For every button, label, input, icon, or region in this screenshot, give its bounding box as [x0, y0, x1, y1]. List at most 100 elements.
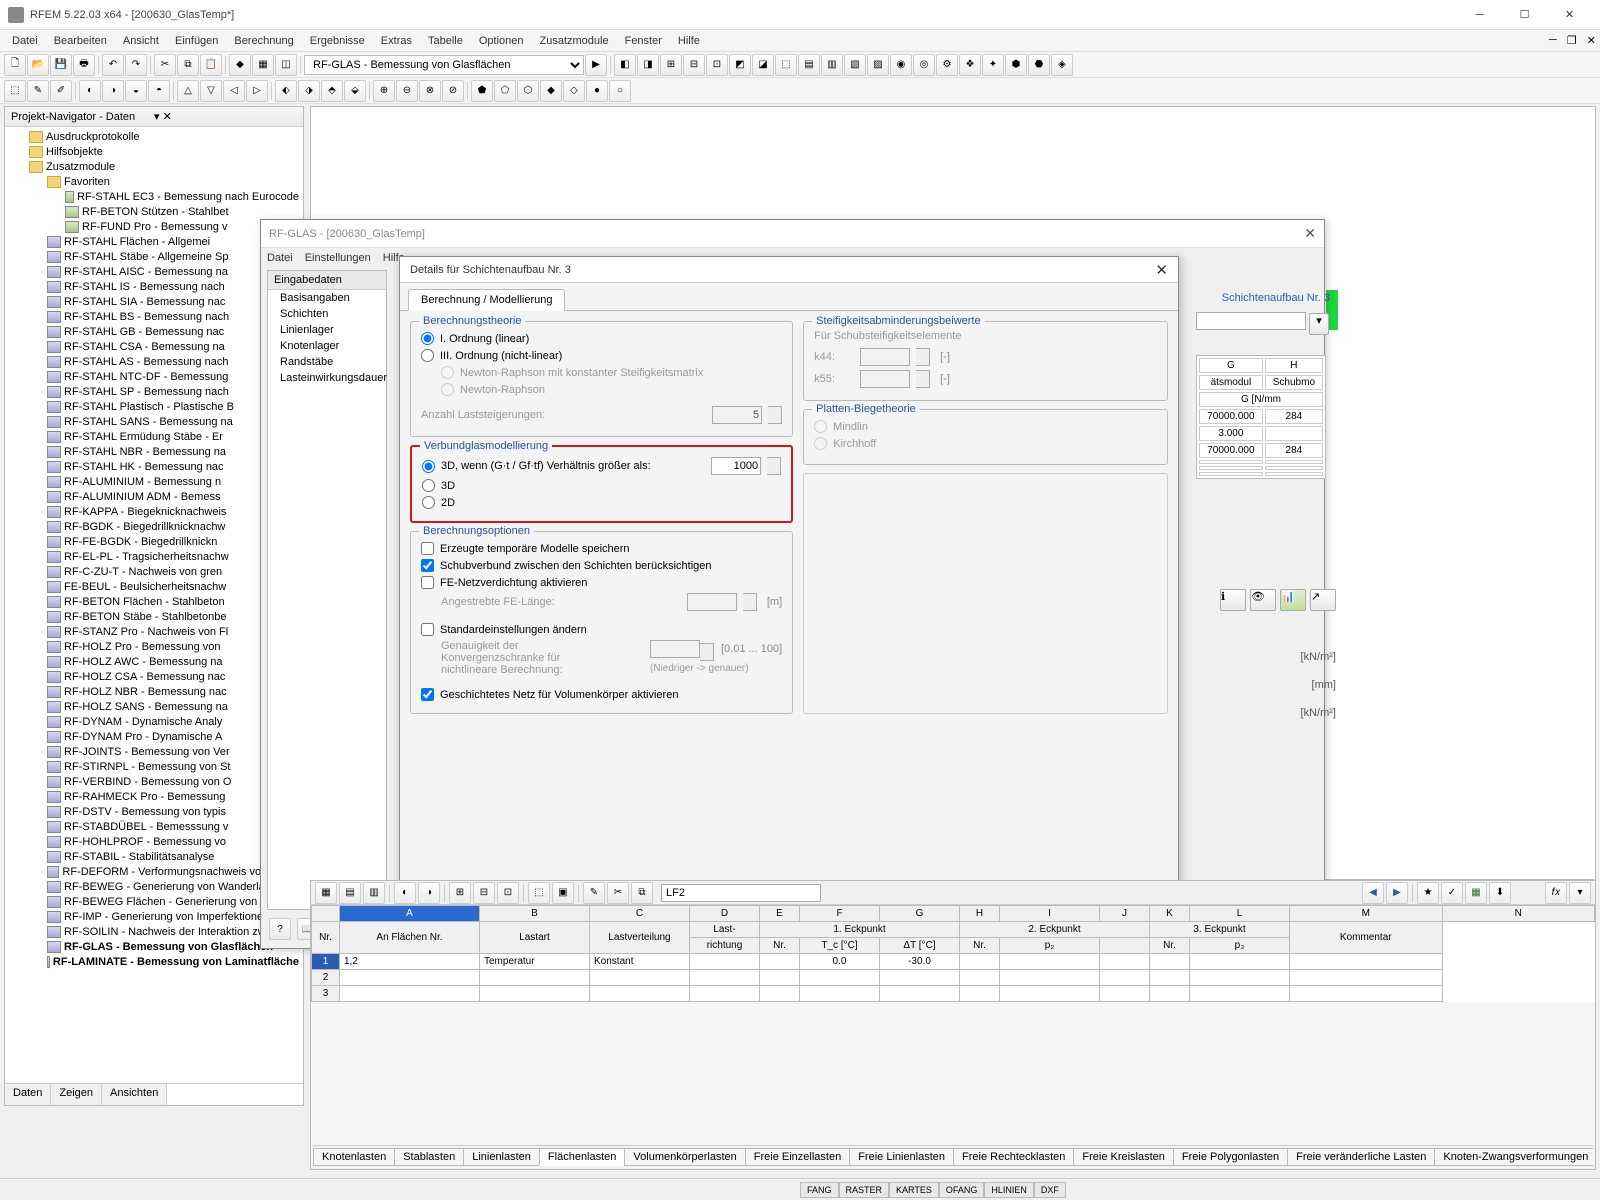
- menu-hilfe[interactable]: Hilfe: [670, 33, 708, 49]
- rs-btn-1[interactable]: ℹ: [1220, 589, 1246, 611]
- tb-x8[interactable]: ⬚: [775, 54, 797, 76]
- tree-item[interactable]: RF-HOHLPROF - Bemessung vo: [7, 834, 301, 849]
- tree-item[interactable]: RF-FUND Pro - Bemessung v: [7, 219, 301, 234]
- tree-item[interactable]: RF-DSTV - Bemessung von typis: [7, 804, 301, 819]
- rs-btn-4[interactable]: ↗: [1310, 589, 1336, 611]
- ba-tab[interactable]: Stablasten: [394, 1148, 464, 1166]
- close-button[interactable]: ✕: [1547, 1, 1592, 29]
- search-input[interactable]: [1196, 312, 1306, 330]
- tree-item[interactable]: Ausdruckprotokolle: [7, 129, 301, 144]
- tree-item[interactable]: RF-SOILIN - Nachweis der Interaktion zwi…: [7, 924, 301, 939]
- sb-hlinien[interactable]: HLINIEN: [984, 1182, 1034, 1198]
- tb2-o[interactable]: ⬙: [344, 80, 366, 102]
- tree-item[interactable]: RF-STAHL Plastisch - Plastische B: [7, 399, 301, 414]
- tree-item[interactable]: Favoriten: [7, 174, 301, 189]
- tree-item[interactable]: Zusatzmodule: [7, 159, 301, 174]
- tree-item[interactable]: RF-STAHL CSA - Bemessung na: [7, 339, 301, 354]
- tb2-q[interactable]: ⊖: [396, 80, 418, 102]
- tree-item[interactable]: RF-JOINTS - Bemessung von Ver: [7, 744, 301, 759]
- tb2-r[interactable]: ⊗: [419, 80, 441, 102]
- tab-berechnung[interactable]: Berechnung / Modellierung: [408, 289, 565, 311]
- tree-item[interactable]: RF-BEWEG - Generierung von Wanderlasten: [7, 879, 301, 894]
- tree-item[interactable]: RF-BETON Stäbe - Stahlbetonbe: [7, 609, 301, 624]
- tb2-u[interactable]: ⬠: [494, 80, 516, 102]
- tree-item[interactable]: RF-HOLZ AWC - Bemessung na: [7, 654, 301, 669]
- rfglas-menu-datei[interactable]: Datei: [267, 252, 293, 264]
- doc-restore-icon[interactable]: ❐: [1567, 34, 1577, 47]
- menu-optionen[interactable]: Optionen: [471, 33, 532, 49]
- tree-item[interactable]: RF-VERBIND - Bemessung von O: [7, 774, 301, 789]
- tb-x11[interactable]: ▧: [844, 54, 866, 76]
- ba-tab[interactable]: Freie Linienlasten: [849, 1148, 954, 1166]
- tb-run[interactable]: ▶: [585, 54, 607, 76]
- check-standard[interactable]: [421, 623, 434, 636]
- tb-x1[interactable]: ◧: [614, 54, 636, 76]
- ba-tab[interactable]: Freie Rechtecklasten: [953, 1148, 1074, 1166]
- ba-e[interactable]: ◑: [418, 882, 440, 904]
- ba-l[interactable]: ✂: [607, 882, 629, 904]
- tree-item[interactable]: RF-STAHL SP - Bemessung nach: [7, 384, 301, 399]
- nav-tab-ansichten[interactable]: Ansichten: [102, 1084, 167, 1105]
- ba-c[interactable]: ▥: [363, 882, 385, 904]
- tb-x2[interactable]: ◨: [637, 54, 659, 76]
- tree-item[interactable]: RF-STAHL Ermüdung Stäbe - Er: [7, 429, 301, 444]
- tree-item[interactable]: RF-DYNAM - Dynamische Analy: [7, 714, 301, 729]
- tb-x4[interactable]: ⊟: [683, 54, 705, 76]
- menu-ansicht[interactable]: Ansicht: [115, 33, 167, 49]
- tree-item[interactable]: RF-BGDK - Biegedrillknicknachw: [7, 519, 301, 534]
- tb2-p[interactable]: ⊕: [373, 80, 395, 102]
- check-tempmodels[interactable]: [421, 542, 434, 555]
- nav-tab-daten[interactable]: Daten: [5, 1084, 51, 1105]
- rs-btn-3[interactable]: 📊: [1280, 589, 1306, 611]
- ba-q[interactable]: ▾: [1569, 882, 1591, 904]
- tb-open[interactable]: 📂: [27, 54, 49, 76]
- menu-zusatzmodule[interactable]: Zusatzmodule: [532, 33, 617, 49]
- bottom-grid[interactable]: ABCDEFGHIJKLMNNr.An Flächen Nr.LastartLa…: [311, 905, 1595, 1002]
- module-combo[interactable]: RF-GLAS - Bemessung von Glasflächen: [304, 55, 584, 75]
- menu-extras[interactable]: Extras: [373, 33, 420, 49]
- nav-tab-zeigen[interactable]: Zeigen: [51, 1084, 102, 1105]
- ba-tab[interactable]: Knotenlasten: [313, 1148, 395, 1166]
- tree-item[interactable]: RF-STAHL SIA - Bemessung nac: [7, 294, 301, 309]
- ba-p[interactable]: ⬇: [1489, 882, 1511, 904]
- ba-tab[interactable]: Knoten-Zwangsverformungen: [1434, 1148, 1593, 1166]
- tb-x10[interactable]: ▥: [821, 54, 843, 76]
- ba-n[interactable]: ★: [1417, 882, 1439, 904]
- check-schubverbund[interactable]: [421, 559, 434, 572]
- tb2-i[interactable]: ▽: [200, 80, 222, 102]
- menu-berechnung[interactable]: Berechnung: [226, 33, 301, 49]
- pick-icon[interactable]: ▾: [1309, 313, 1329, 335]
- tree-item[interactable]: RF-IMP - Generierung von Imperfektionen: [7, 909, 301, 924]
- tree-item[interactable]: RF-STAHL NTC-DF - Bemessung: [7, 369, 301, 384]
- ba-h[interactable]: ⊡: [497, 882, 519, 904]
- menu-einfuegen[interactable]: Einfügen: [167, 33, 226, 49]
- ba-m[interactable]: ⧉: [631, 882, 653, 904]
- tb2-d[interactable]: ◐: [79, 80, 101, 102]
- tb2-w[interactable]: ◆: [540, 80, 562, 102]
- tb2-x[interactable]: ◇: [563, 80, 585, 102]
- nav-randstaebe[interactable]: Randstäbe: [268, 354, 386, 370]
- rs-btn-2[interactable]: 👁: [1250, 589, 1276, 611]
- sb-fang[interactable]: FANG: [800, 1182, 839, 1198]
- tb-x20[interactable]: ◈: [1051, 54, 1073, 76]
- tb-x6[interactable]: ◩: [729, 54, 751, 76]
- tree-item[interactable]: RF-STANZ Pro - Nachweis von Fl: [7, 624, 301, 639]
- radio-3d-ratio[interactable]: [422, 460, 435, 473]
- ba-k[interactable]: ✎: [583, 882, 605, 904]
- tb2-a[interactable]: ⬚: [4, 80, 26, 102]
- tree-item[interactable]: RF-LAMINATE - Bemessung von Laminatfläch…: [7, 954, 301, 969]
- menu-tabelle[interactable]: Tabelle: [420, 33, 471, 49]
- ba-d[interactable]: ◐: [394, 882, 416, 904]
- ba-f[interactable]: ⊞: [449, 882, 471, 904]
- nav-schichten[interactable]: Schichten: [268, 306, 386, 322]
- ba-tab[interactable]: Freie veränderliche Lasten: [1287, 1148, 1435, 1166]
- tree-item[interactable]: RF-HOLZ NBR - Bemessung nac: [7, 684, 301, 699]
- radio-nonlinear[interactable]: [421, 349, 434, 362]
- radio-3d[interactable]: [422, 479, 435, 492]
- tb2-k[interactable]: ▷: [246, 80, 268, 102]
- tb-c[interactable]: ◫: [275, 54, 297, 76]
- ba-j[interactable]: ▣: [552, 882, 574, 904]
- tree-item[interactable]: Hilfsobjekte: [7, 144, 301, 159]
- tree-item[interactable]: RF-STABDÜBEL - Bemesssung v: [7, 819, 301, 834]
- ba-next[interactable]: ▶: [1386, 882, 1408, 904]
